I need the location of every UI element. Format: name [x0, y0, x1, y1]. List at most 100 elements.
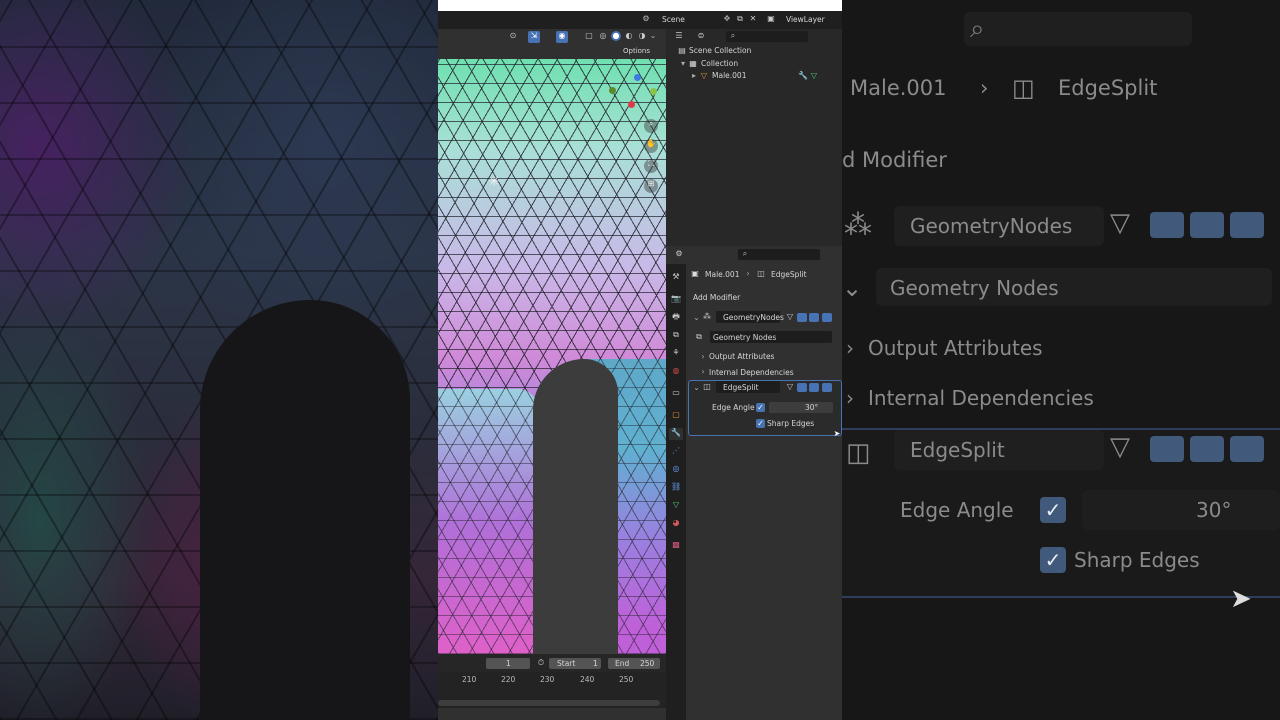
edit-mode-toggle-icon[interactable]: ▽ — [785, 382, 795, 392]
scene-name[interactable]: Scene — [662, 15, 685, 24]
outliner-object[interactable]: Male.001 — [712, 71, 746, 80]
timeline-tick: 210 — [462, 675, 477, 684]
zoom-geometry-nodes-name: GeometryNodes — [910, 214, 1073, 238]
properties-header: ⚙ ⌕ — [666, 246, 842, 264]
xray-icon[interactable]: ▢ — [584, 31, 594, 41]
zoomed-viewport-background — [0, 0, 438, 720]
physics-tab-icon[interactable]: ◎ — [671, 464, 681, 474]
modifier-tab-icon[interactable]: 🔧 — [669, 428, 683, 440]
expand-chevron-icon[interactable]: › — [700, 367, 706, 377]
collapse-chevron-icon[interactable]: ⌄ — [693, 313, 700, 323]
viewport-toggle-icon[interactable] — [809, 313, 819, 322]
zoom-edge-angle-field: 30° — [1082, 490, 1280, 530]
viewport-toggle-icon[interactable] — [809, 383, 819, 392]
sharp-edges-label[interactable]: Sharp Edges — [767, 419, 814, 428]
view-layer-tab-icon[interactable]: ⧉ — [671, 330, 681, 340]
gizmo-y-axis[interactable] — [609, 87, 616, 94]
geometry-nodes-name: GeometryNodes — [723, 313, 784, 322]
node-group-name: Geometry Nodes — [713, 333, 777, 342]
edit-mode-toggle-icon[interactable]: ▽ — [785, 312, 795, 322]
outliner-editor-type-icon[interactable]: ☰ — [674, 31, 684, 41]
output-attributes-panel[interactable]: Output Attributes — [709, 352, 774, 361]
outliner-search-input[interactable]: ⌕ — [726, 31, 808, 42]
pan-hand-icon[interactable]: ✋ — [644, 139, 658, 153]
rendered-shading-icon[interactable]: ◑ — [637, 31, 647, 41]
material-tab-icon[interactable]: ◕ — [671, 518, 681, 528]
timeline-scrollbar[interactable] — [438, 700, 660, 706]
outliner-scene-collection[interactable]: Scene Collection — [689, 46, 751, 55]
options-button[interactable]: Options — [623, 47, 650, 55]
constraints-tab-icon[interactable]: ⛓ — [671, 482, 681, 492]
render-toggle-icon[interactable] — [822, 313, 832, 322]
gizmo-x-axis[interactable] — [628, 101, 635, 108]
edge-split-icon: ◫ — [703, 382, 711, 391]
mesh-object-icon: ▽ — [700, 71, 708, 80]
material-shading-icon[interactable]: ◐ — [624, 31, 634, 41]
gizmo-z-axis[interactable] — [634, 74, 641, 81]
new-scene-icon[interactable]: ⧉ — [735, 14, 745, 24]
properties-search-input[interactable]: ⌕ — [738, 249, 820, 260]
gizmo-y-positive[interactable] — [650, 88, 657, 95]
edge-angle-checkbox[interactable]: ✓ — [756, 403, 765, 412]
properties-editor-type-icon[interactable]: ⚙ — [674, 249, 684, 259]
edge-angle-field[interactable]: 30° — [769, 402, 833, 413]
pin-icon[interactable]: ✥ — [722, 14, 732, 24]
collapse-chevron-icon[interactable]: ⌄ — [693, 383, 700, 393]
zoom-edge-angle-checkbox: ✓ — [1040, 497, 1066, 523]
particles-tab-icon[interactable]: ⋰ — [671, 446, 681, 456]
outliner-collection[interactable]: Collection — [701, 59, 738, 68]
node-group-selector[interactable]: Geometry Nodes — [710, 331, 832, 343]
data-tab-icon[interactable]: ▽ — [671, 500, 681, 510]
world-tab-icon[interactable]: ◍ — [671, 366, 681, 376]
zoom-sharp-edges-label: Sharp Edges — [1074, 548, 1200, 572]
shading-dropdown-icon[interactable]: ⌄ — [649, 31, 657, 41]
properties-panel: ▣ Male.001 › ◫ EdgeSplit Add Modifier ⌄ … — [686, 264, 842, 720]
delete-scene-icon[interactable]: ✕ — [748, 14, 758, 24]
leg-gap-background — [533, 359, 618, 654]
cage-toggle-icon[interactable] — [797, 383, 807, 392]
collapse-arrow-icon[interactable]: ▸ — [691, 71, 697, 81]
end-frame-field[interactable]: End 250 — [608, 658, 660, 669]
expand-arrow-icon[interactable]: ▾ — [680, 59, 686, 69]
sharp-edges-checkbox[interactable]: ✓ — [756, 419, 765, 428]
tool-tab-icon[interactable]: ⚒ — [671, 272, 681, 282]
3d-viewport[interactable]: ✳ ⌕ ✋ ⛶ ⊞ — [438, 59, 666, 654]
wireframe-shading-icon[interactable]: ◎ — [598, 31, 608, 41]
zoom-edit-mode-icon: ▽ — [1110, 208, 1130, 238]
overlay-toggle-icon[interactable]: ◉ — [556, 31, 568, 43]
zoomed-leg-gap — [200, 300, 410, 720]
outliner-filter-icon[interactable]: ⊜ — [696, 31, 706, 41]
render-tab-icon[interactable]: 📷 — [671, 294, 681, 304]
cage-toggle-icon[interactable] — [797, 313, 807, 322]
internal-dependencies-panel[interactable]: Internal Dependencies — [709, 368, 794, 377]
stopwatch-icon[interactable]: ⏱ — [536, 658, 546, 668]
ortho-grid-icon[interactable]: ⊞ — [644, 179, 658, 193]
edgesplit-name-field[interactable]: EdgeSplit — [716, 381, 780, 393]
view-layer-name[interactable]: ViewLayer — [786, 15, 825, 24]
gizmo-toggle-icon[interactable]: ⇲ — [528, 31, 540, 43]
zoomed-properties: ⌕ Male.001 › ◫ EdgeSplit d Modifier ⁂ Ge… — [842, 0, 1280, 720]
zoom-icon[interactable]: ⌕ — [644, 119, 658, 133]
geometry-nodes-name-field[interactable]: GeometryNodes — [716, 311, 784, 323]
viewport-header: ⊙ ⇲ ◉ ▢ ◎ ● ◐ ◑ ⌄ Options — [438, 29, 666, 59]
node-tree-icon[interactable]: ⧉ — [692, 332, 706, 342]
camera-view-icon[interactable]: ⛶ — [644, 159, 658, 173]
collection-tab-icon[interactable]: ▭ — [671, 388, 681, 398]
blender-window: ⚙ Scene ✥ ⧉ ✕ ▣ ViewLayer ⊙ ⇲ ◉ ▢ ◎ ● ◐ … — [438, 0, 842, 720]
start-frame-field[interactable]: Start 1 — [549, 658, 601, 669]
pivot-icon[interactable]: ⊙ — [506, 31, 520, 41]
output-tab-icon[interactable]: 🖶 — [671, 312, 681, 322]
modifier-wrench-icon[interactable]: 🔧 — [798, 71, 808, 81]
add-modifier-button[interactable]: Add Modifier — [693, 293, 740, 302]
scene-tab-icon[interactable]: ⚘ — [671, 348, 681, 358]
render-toggle-icon[interactable] — [822, 383, 832, 392]
mesh-data-icon[interactable]: ▽ — [810, 71, 818, 81]
scene-icon[interactable]: ⚙ — [641, 14, 651, 24]
view-layer-icon[interactable]: ▣ — [766, 14, 776, 24]
solid-shading-icon[interactable]: ● — [611, 31, 621, 41]
texture-tab-icon[interactable]: ▩ — [671, 540, 681, 550]
current-frame-field[interactable]: 1 — [486, 658, 530, 669]
object-tab-icon[interactable]: ▢ — [671, 410, 681, 420]
edgesplit-name: EdgeSplit — [723, 383, 759, 392]
expand-chevron-icon[interactable]: › — [700, 352, 706, 362]
